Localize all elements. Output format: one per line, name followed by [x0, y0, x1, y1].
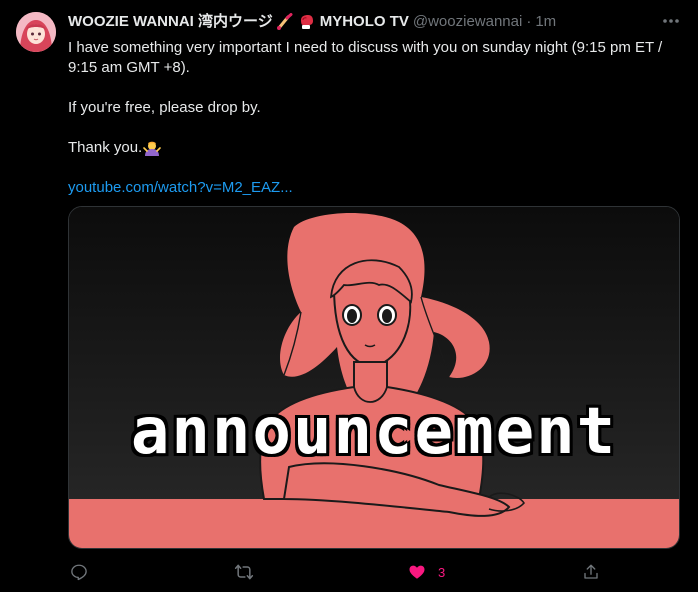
person-bowing-emoji-icon: [143, 139, 162, 157]
separator-dot: ·: [526, 13, 532, 30]
display-name[interactable]: WOOZIE WANNAI 湾内ウージ: [68, 12, 273, 32]
thank-you-text: Thank you.: [68, 139, 143, 156]
like-button[interactable]: 3: [408, 560, 445, 584]
paintbrush-emoji-icon: [276, 13, 294, 31]
tweet-paragraph: Thank you.: [68, 138, 680, 158]
retweet-button[interactable]: [234, 560, 254, 584]
reply-button[interactable]: [70, 560, 88, 584]
tweet-header: WOOZIE WANNAI 湾内ウージ MYHOLO TV @wooziewan…: [68, 12, 556, 32]
reply-icon: [70, 563, 88, 581]
boxing-glove-emoji-icon: [297, 13, 315, 31]
tweet-paragraph: youtube.com/watch?v=M2_EAZ...: [68, 178, 680, 198]
like-count: 3: [438, 564, 446, 580]
share-icon: [582, 563, 600, 581]
avatar[interactable]: [16, 12, 56, 52]
announcement-artwork: [69, 207, 679, 548]
media-image[interactable]: announcement: [68, 206, 680, 549]
tweet-paragraph: I have something very important I need t…: [68, 39, 663, 76]
heart-filled-icon: [408, 563, 426, 581]
youtube-link[interactable]: youtube.com/watch?v=M2_EAZ...: [68, 179, 293, 196]
tweet[interactable]: WOOZIE WANNAI 湾内ウージ MYHOLO TV @wooziewan…: [0, 0, 698, 592]
timestamp[interactable]: 1m: [535, 12, 556, 32]
announcement-overlay-text: announcement: [130, 395, 618, 469]
tweet-actions: 3: [68, 560, 680, 584]
display-name-suffix[interactable]: MYHOLO TV: [320, 12, 409, 32]
tweet-text: I have something very important I need t…: [68, 38, 680, 198]
share-button[interactable]: [582, 560, 600, 584]
more-horizontal-icon[interactable]: [660, 10, 682, 32]
retweet-icon: [234, 562, 254, 582]
user-handle[interactable]: @wooziewannai: [413, 12, 522, 32]
tweet-paragraph: If you're free, please drop by.: [68, 99, 261, 116]
